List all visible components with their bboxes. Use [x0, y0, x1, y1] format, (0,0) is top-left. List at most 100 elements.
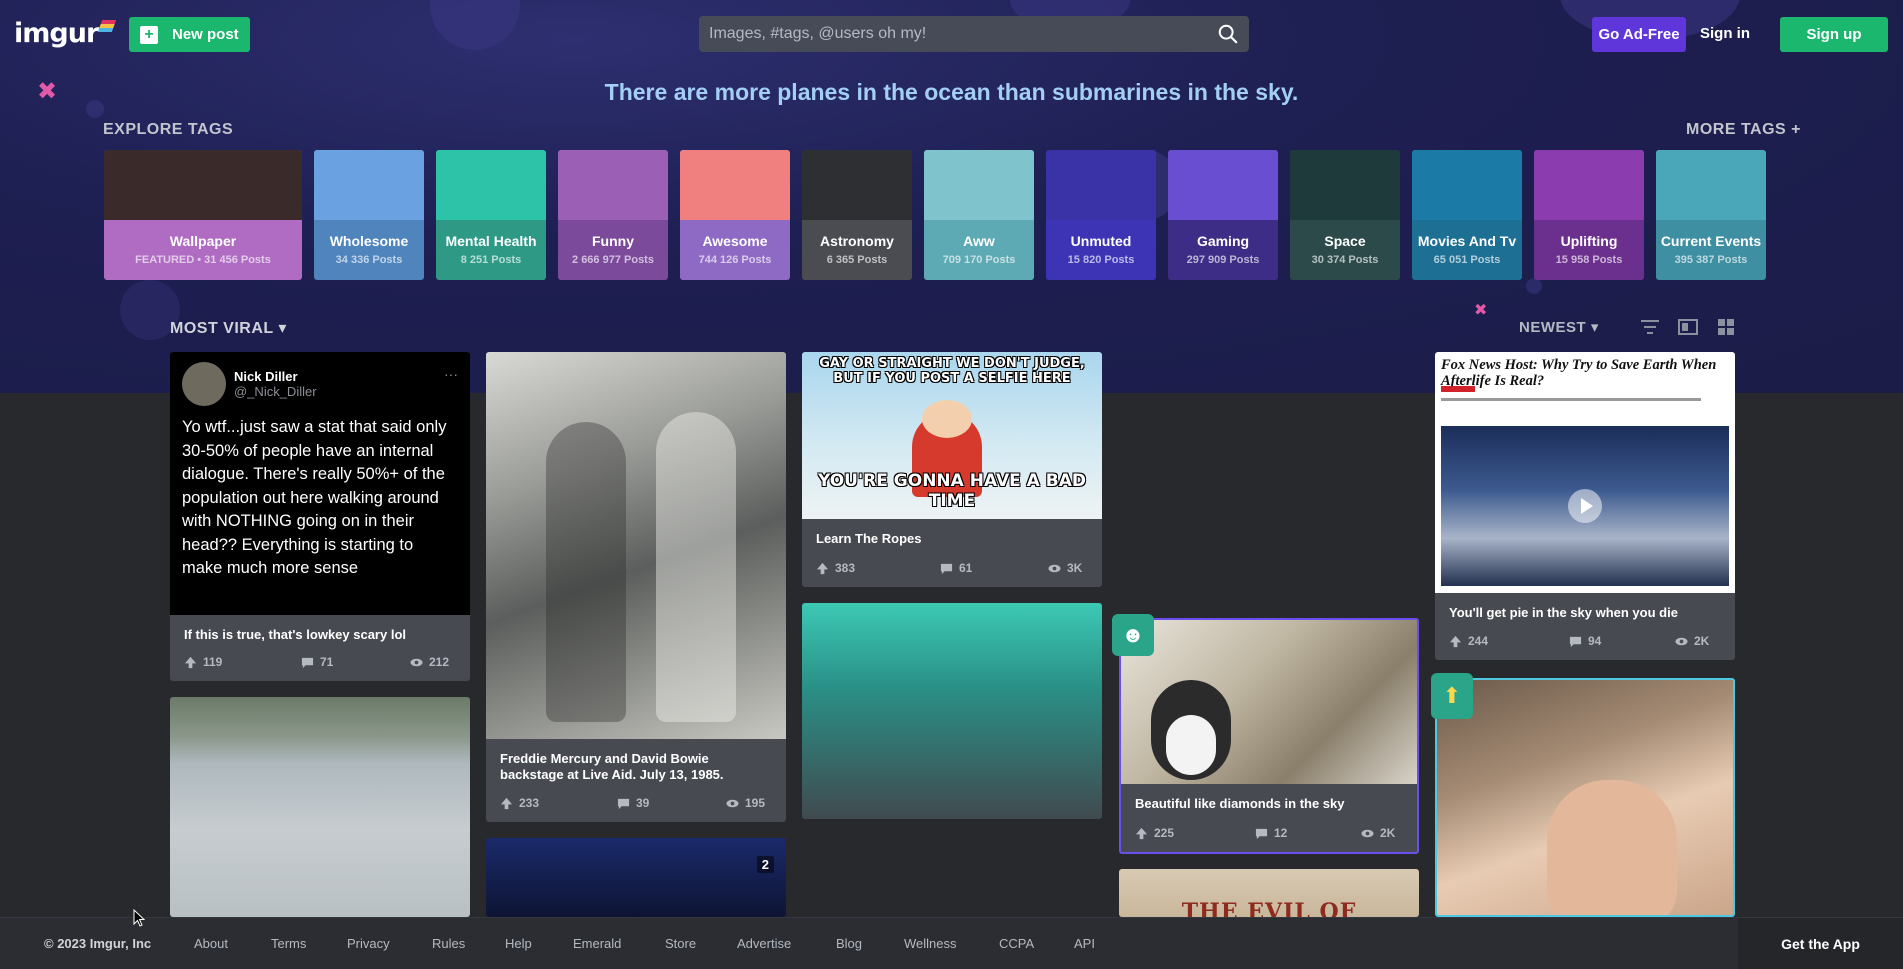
tweet-author: Nick Diller [234, 369, 298, 384]
tag-tile[interactable]: Uplifting 15 958 Posts [1534, 150, 1644, 280]
tag-post-count: 395 387 Posts [1674, 253, 1748, 266]
grid-view-icon[interactable] [1716, 318, 1736, 336]
footer-link-wellness[interactable]: Wellness [904, 936, 957, 951]
comment-count: 12 [1255, 826, 1287, 840]
upvote-icon [500, 797, 513, 809]
tag-tile[interactable]: Mental Health 8 251 Posts [436, 150, 546, 280]
post-stats: 119 71 212 [170, 655, 470, 669]
tag-post-count: 30 374 Posts [1311, 253, 1379, 266]
upvote-count: 383 [816, 561, 855, 575]
footer-link-privacy[interactable]: Privacy [347, 936, 390, 951]
post-image [170, 697, 470, 917]
close-icon[interactable]: ✖ [1474, 300, 1487, 320]
tag-tile[interactable]: Wallpaper FEATURED • 31 456 Posts [104, 150, 302, 280]
post-card[interactable]: GAY OR STRAIGHT WE DON'T JUDGE, BUT IF Y… [802, 352, 1102, 587]
tag-post-count: 744 126 Posts [698, 253, 772, 266]
eye-icon [1048, 564, 1061, 572]
tagline: There are more planes in the ocean than … [604, 79, 1299, 105]
footer-link-blog[interactable]: Blog [836, 936, 862, 951]
tag-tile[interactable]: Gaming 297 909 Posts [1168, 150, 1278, 280]
post-card[interactable]: THE EVIL OF [1119, 869, 1419, 917]
play-icon[interactable] [1568, 489, 1602, 523]
article-headline: Fox News Host: Why Try to Save Earth Whe… [1441, 357, 1717, 389]
post-card[interactable] [170, 697, 470, 917]
upvote-icon [1449, 635, 1462, 647]
imgur-logo[interactable]: imgur [14, 18, 117, 49]
new-post-button[interactable]: + New post [129, 17, 250, 52]
tag-name: Uplifting [1560, 232, 1618, 249]
tag-image [1046, 150, 1156, 220]
explore-tags-title: EXPLORE TAGS [103, 121, 234, 138]
footer-link-help[interactable]: Help [505, 936, 532, 951]
footer-link-emerald[interactable]: Emerald [573, 936, 621, 951]
tag-tile[interactable]: Current Events 395 387 Posts [1656, 150, 1766, 280]
view-count: 3K [1048, 561, 1082, 575]
post-image [1437, 680, 1733, 915]
upvote-count: 119 [184, 655, 222, 669]
sort-most-viral-dropdown[interactable]: MOST VIRAL ▾ [170, 318, 287, 338]
tag-name: Astronomy [820, 232, 894, 249]
chevron-down-icon: ▾ [1590, 319, 1599, 336]
search-input[interactable] [699, 16, 1249, 52]
tag-info: Gaming 297 909 Posts [1168, 220, 1278, 280]
tag-info: Awesome 744 126 Posts [680, 220, 790, 280]
tag-tile[interactable]: Astronomy 6 365 Posts [802, 150, 912, 280]
post-card[interactable]: Fox News Host: Why Try to Save Earth Whe… [1435, 352, 1735, 660]
eye-icon [1675, 637, 1688, 645]
award-badge-icon: ☻ [1112, 614, 1154, 656]
go-ad-free-button[interactable]: Go Ad-Free [1592, 17, 1686, 52]
post-card[interactable]: 2 [486, 838, 786, 917]
post-card-placeholder[interactable] [802, 603, 1102, 819]
tag-tile[interactable]: Funny 2 666 977 Posts [558, 150, 668, 280]
tag-name: Funny [592, 232, 634, 249]
tag-image [1534, 150, 1644, 220]
footer-link-advertise[interactable]: Advertise [737, 936, 791, 951]
footer-link-ccpa[interactable]: CCPA [999, 936, 1034, 951]
tag-info: Aww 709 170 Posts [924, 220, 1034, 280]
more-tags-link[interactable]: MORE TAGS + [1686, 121, 1801, 139]
post-card[interactable]: Beautiful like diamonds in the sky 225 1… [1119, 618, 1419, 854]
tweet-text: Yo wtf...just saw a stat that said only … [182, 418, 447, 577]
tag-name: Gaming [1196, 232, 1250, 249]
sign-up-button[interactable]: Sign up [1780, 17, 1888, 52]
list-view-icon[interactable] [1678, 318, 1698, 336]
tag-info: Wallpaper FEATURED • 31 456 Posts [104, 220, 302, 280]
tag-tile[interactable]: Wholesome 34 336 Posts [314, 150, 424, 280]
tag-tile[interactable]: Space 30 374 Posts [1290, 150, 1400, 280]
upvote-icon [1135, 827, 1148, 839]
tweet-image: Nick Diller @_Nick_Diller ··· Yo wtf...j… [170, 352, 470, 615]
tag-tile[interactable]: Aww 709 170 Posts [924, 150, 1034, 280]
post-stats: 383 61 3K [802, 561, 1102, 575]
tag-tile[interactable]: Movies And Tv 65 051 Posts [1412, 150, 1522, 280]
footer-link-rules[interactable]: Rules [432, 936, 465, 951]
upvote-icon [816, 562, 829, 574]
tag-post-count: FEATURED • 31 456 Posts [135, 253, 271, 266]
search-icon[interactable] [1217, 23, 1239, 45]
footer-link-store[interactable]: Store [665, 936, 696, 951]
upvote-count: 233 [500, 796, 539, 810]
eye-icon [726, 799, 739, 807]
footer: © 2023 Imgur, Inc Get the App About Terms… [0, 917, 1903, 969]
upvote-icon [184, 656, 197, 668]
view-count: 195 [726, 796, 765, 810]
sort-newest-dropdown[interactable]: NEWEST ▾ [1519, 318, 1599, 336]
comment-count: 39 [617, 796, 649, 810]
get-the-app-button[interactable]: Get the App [1738, 918, 1903, 969]
award-badge-icon: ⬆ [1431, 673, 1473, 719]
post-image [486, 352, 786, 739]
sort-left-label: MOST VIRAL [170, 320, 274, 337]
sign-in-link[interactable]: Sign in [1700, 25, 1750, 42]
tag-info: Wholesome 34 336 Posts [314, 220, 424, 280]
footer-link-about[interactable]: About [194, 936, 228, 951]
filter-icon[interactable] [1640, 318, 1660, 336]
footer-link-terms[interactable]: Terms [271, 936, 306, 951]
footer-link-api[interactable]: API [1074, 936, 1095, 951]
footer-copyright: © 2023 Imgur, Inc [44, 936, 152, 951]
tag-name: Awesome [702, 232, 768, 249]
tag-tile[interactable]: Awesome 744 126 Posts [680, 150, 790, 280]
post-card[interactable] [1435, 678, 1735, 917]
post-card[interactable]: Nick Diller @_Nick_Diller ··· Yo wtf...j… [170, 352, 470, 681]
post-card[interactable]: Freddie Mercury and David Bowie backstag… [486, 352, 786, 822]
tag-tile[interactable]: Unmuted 15 820 Posts [1046, 150, 1156, 280]
post-image: 2 [486, 838, 786, 917]
